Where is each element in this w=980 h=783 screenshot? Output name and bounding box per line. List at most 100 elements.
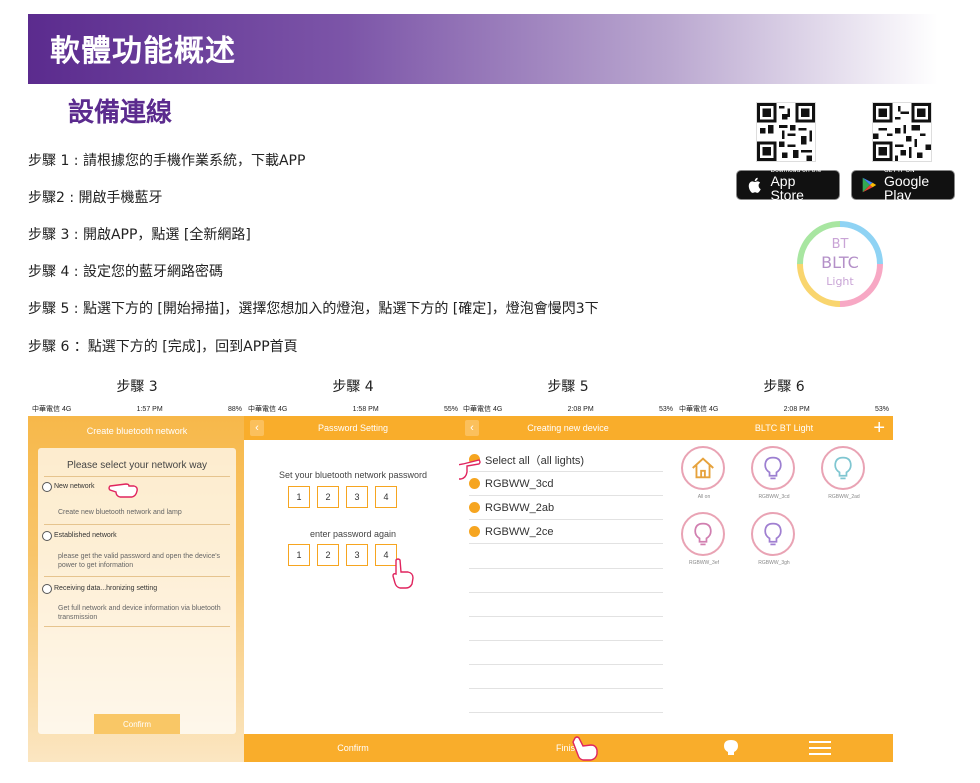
tile-all-on[interactable]: All on [681,446,727,500]
divider [469,664,663,665]
device-row[interactable]: RGBWW_2ce [469,520,663,544]
screen-title: Create bluetooth network [86,426,188,436]
option-receiving-label[interactable]: Receiving data...hronizing setting [54,585,157,592]
appstore-big-text: App Store [770,173,804,203]
status-bar: 中華電信 4G 2:08 PM 53% [459,402,677,416]
confirm-password-digit[interactable]: 3 [346,544,368,566]
password-digit[interactable]: 4 [375,486,397,508]
app-bar: ‹ Creating new device [459,416,677,440]
home-icon [681,446,725,490]
divider [469,616,663,617]
tile-name: RGBWW_2ad [828,494,860,500]
divider [44,626,230,627]
option-established-desc: please get the valid password and open t… [58,553,221,569]
option-new-network-desc: Create new bluetooth network and lamp [58,509,182,516]
phone-screen-creating-device: 中華電信 4G 2:08 PM 53% ‹ Creating new devic… [459,402,677,762]
password-digit[interactable]: 1 [288,486,310,508]
battery-text: 88% [227,405,242,413]
confirm-password-digit[interactable]: 2 [317,544,339,566]
divider [469,640,663,641]
pointing-hand-icon [392,558,414,589]
status-bar: 中華電信 4G 1:58 PM 55% [244,402,462,416]
section-title: 設備連線 [68,98,173,128]
carrier-text: 中華電信 4G [32,406,72,413]
tile-name: All on [697,494,711,500]
confirm-password-label: enter password again [309,529,397,539]
step-3-text: 步驟 3 : 開啟APP，點選 [全新網路] [28,227,251,243]
password-digit[interactable]: 2 [317,486,339,508]
googleplay-big-text: Google Play [884,173,930,203]
card-heading: Please select your network way [66,460,208,471]
battery-text: 53% [874,405,889,413]
menu-icon[interactable] [809,741,831,755]
device-name: RGBWW_2ce [485,525,554,538]
selected-dot-icon [469,502,480,513]
screen-title: BLTC BT Light [754,423,814,433]
confirm-password-digit[interactable]: 1 [288,544,310,566]
phone-label-step4: 步驟 4 [332,379,374,395]
apple-icon [745,175,764,195]
lightbulb-icon [751,446,795,490]
step-4-text: 步驟 4 : 設定您的藍牙網路密碼 [28,264,223,280]
phone-label-step3: 步驟 3 [116,379,158,395]
phone-screen-password: 中華電信 4G 1:58 PM 55% ‹ Password Setting S… [244,402,462,762]
screen-title: Password Setting [317,423,389,433]
battery-text: 55% [443,405,458,413]
device-name: RGBWW_2ab [485,501,555,514]
screen-title: Creating new device [527,423,609,433]
time-text: 1:57 PM [136,405,163,413]
googleplay-badge[interactable]: GET IT ON Google Play [851,168,955,203]
lightbulb-icon [821,446,865,490]
radio-established-network[interactable] [42,531,52,541]
add-icon[interactable]: + [873,416,885,440]
header-banner: 軟體功能概述 [28,14,938,84]
tile-bulb[interactable]: RGBWW_3ef [681,512,727,566]
app-bar: BLTC BT Light + [675,416,893,440]
password-digit[interactable]: 3 [346,486,368,508]
divider [44,576,230,577]
device-row[interactable]: RGBWW_2ab [469,496,663,520]
back-arrow-icon[interactable]: ‹ [465,420,479,436]
confirm-button[interactable]: Confirm [244,734,462,762]
radio-new-network[interactable] [42,482,52,492]
logo-line-light: Light [826,275,854,288]
phone-screen-home: 中華電信 4G 2:08 PM 53% BLTC BT Light + All … [675,402,893,762]
selected-dot-icon [469,526,480,537]
tile-bulb[interactable]: RGBWW_2ad [821,446,867,500]
confirm-button[interactable]: Confirm [94,714,180,734]
tile-name: RGBWW_3cd [758,494,790,500]
screen-background: Create bluetooth network Please select y… [28,416,246,762]
tile-bulb[interactable]: RGBWW_3gh [751,512,797,566]
tile-bulb[interactable]: RGBWW_3cd [751,446,797,500]
carrier-text: 中華電信 4G [463,406,503,413]
option-established-label[interactable]: Established network [54,532,117,539]
device-name: Select all（all lights) [485,454,585,467]
step-5-text: 步驟 5 : 點選下方的 [開始掃描]，選擇您想加入的燈泡，點選下方的 [確定]… [28,301,599,317]
appstore-qr-code[interactable] [756,102,816,162]
banner-title: 軟體功能概述 [50,34,236,69]
divider [469,712,663,713]
back-arrow-icon[interactable]: ‹ [250,420,264,436]
googleplay-qr-code[interactable] [872,102,932,162]
carrier-text: 中華電信 4G [248,406,288,413]
pointing-hand-icon [108,483,138,498]
device-name: RGBWW_3cd [485,477,554,490]
lightbulb-tab-icon[interactable] [721,739,741,757]
confirm-password-input-row[interactable]: 1 2 3 4 [288,544,397,566]
status-bar: 中華電信 4G 2:08 PM 53% [675,402,893,416]
device-row[interactable]: RGBWW_3cd [469,472,663,496]
divider [44,524,230,525]
step-2-text: 步驟2 : 開啟手機藍牙 [28,190,163,206]
phone-label-step5: 步驟 5 [547,379,589,395]
device-row-select-all[interactable]: Select all（all lights) [469,448,663,472]
radio-receiving-data[interactable] [42,584,52,594]
bltc-logo: BT BLTC Light [796,220,884,308]
divider [469,592,663,593]
option-receiving-desc: Get full network and device information … [58,605,221,621]
password-input-row[interactable]: 1 2 3 4 [288,486,397,508]
option-new-network-label[interactable]: New network [54,483,94,490]
appstore-badge[interactable]: Download on the App Store [736,168,840,203]
finish-button[interactable]: Finish [459,734,677,762]
divider [469,688,663,689]
lightbulb-icon [751,512,795,556]
